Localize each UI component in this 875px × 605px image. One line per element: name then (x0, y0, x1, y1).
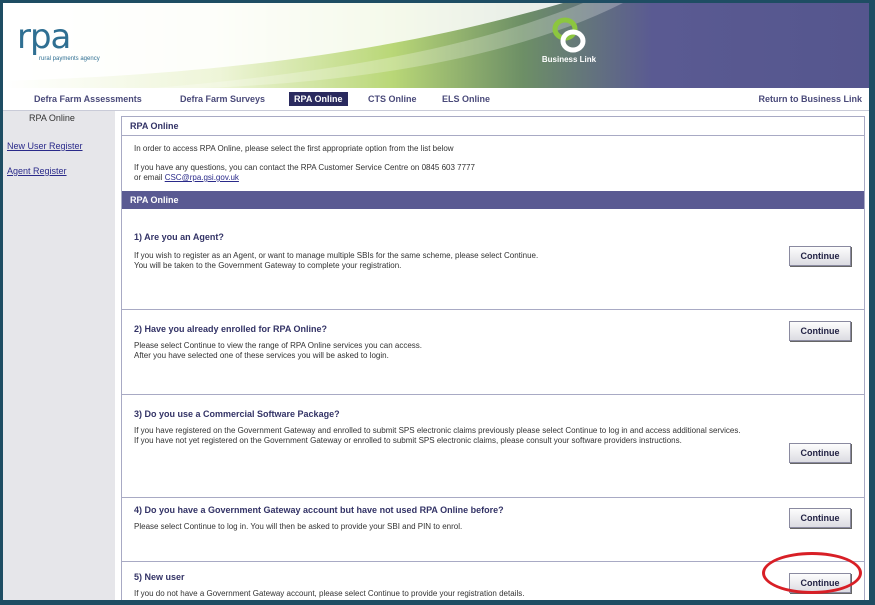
nav-els-online[interactable]: ELS Online (437, 92, 495, 106)
continue-button-enrolled[interactable]: Continue (789, 321, 851, 341)
section-gateway-account: 4) Do you have a Government Gateway acco… (122, 498, 864, 562)
sidebar-item-new-user-register[interactable]: New User Register (7, 141, 83, 151)
nav-defra-farm-surveys[interactable]: Defra Farm Surveys (175, 92, 270, 106)
section-bar: RPA Online (122, 191, 864, 209)
section-title: 1) Are you an Agent? (134, 232, 224, 242)
section-text: Please select Continue to log in. You wi… (134, 522, 463, 531)
section-text: Please select Continue to view the range… (134, 341, 423, 350)
section-enrolled: 2) Have you already enrolled for RPA Onl… (122, 310, 864, 395)
section-text: You will be taken to the Government Gate… (134, 261, 402, 270)
sidebar: RPA Online New User Register Agent Regis… (3, 111, 115, 600)
sidebar-item-agent-register[interactable]: Agent Register (7, 166, 67, 176)
sidebar-caption: RPA Online (29, 113, 75, 123)
site-header: rpa rural payments agency Business Link (3, 3, 869, 88)
return-to-business-link-link[interactable]: Return to Business Link (753, 92, 867, 106)
section-title: 5) New user (134, 572, 185, 582)
nav-defra-farm-assessments[interactable]: Defra Farm Assessments (29, 92, 147, 106)
contact-text: If you have any questions, you can conta… (134, 163, 475, 172)
section-text: If you do not have a Government Gateway … (134, 589, 525, 598)
section-title: 2) Have you already enrolled for RPA Onl… (134, 324, 328, 334)
section-text: If you have not yet registered on the Go… (134, 436, 682, 445)
page-title: RPA Online (130, 121, 179, 131)
main-content: RPA Online In order to access RPA Online… (115, 111, 869, 600)
rpa-logo[interactable]: rpa (17, 17, 71, 57)
header-swoosh-graphic (3, 3, 869, 88)
section-text: After you have selected one of these ser… (134, 351, 389, 360)
nav-cts-online[interactable]: CTS Online (363, 92, 422, 106)
continue-button-agent[interactable]: Continue (789, 246, 851, 266)
intro-text: In order to access RPA Online, please se… (134, 144, 454, 153)
contact-email-line: or email CSC@rpa.gsi.gov.uk (134, 173, 239, 182)
business-link-logo-text[interactable]: Business Link (529, 55, 609, 64)
content-panel: RPA Online In order to access RPA Online… (121, 116, 865, 600)
section-text: If you wish to register as an Agent, or … (134, 251, 539, 260)
continue-button-commercial-software[interactable]: Continue (789, 443, 851, 463)
continue-button-gateway-account[interactable]: Continue (789, 508, 851, 528)
top-nav: Defra Farm Assessments Defra Farm Survey… (3, 88, 869, 111)
rpa-logo-subtitle: rural payments agency (39, 56, 100, 62)
section-new-user: 5) New user If you do not have a Governm… (122, 562, 864, 600)
business-link-logo-icon (552, 17, 586, 53)
section-bar-title: RPA Online (130, 195, 179, 205)
browser-page: rpa rural payments agency Business Link … (3, 3, 869, 600)
section-agent: 1) Are you an Agent? If you wish to regi… (122, 209, 864, 310)
section-text: If you have registered on the Government… (134, 426, 741, 435)
section-commercial-software: 3) Do you use a Commercial Software Pack… (122, 395, 864, 498)
highlight-oval (762, 552, 862, 594)
contact-email-prefix: or email (134, 173, 163, 182)
panel-header: RPA Online (122, 117, 864, 136)
nav-rpa-online[interactable]: RPA Online (289, 92, 348, 106)
contact-email-link[interactable]: CSC@rpa.gsi.gov.uk (165, 173, 239, 182)
section-title: 4) Do you have a Government Gateway acco… (134, 505, 504, 515)
section-title: 3) Do you use a Commercial Software Pack… (134, 409, 340, 419)
